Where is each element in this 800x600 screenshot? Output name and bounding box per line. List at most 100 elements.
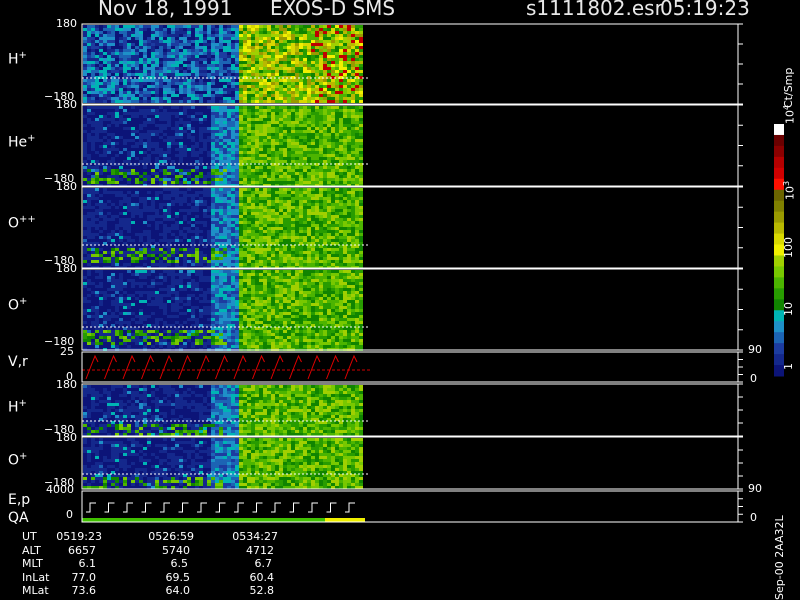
heat-cell xyxy=(179,215,183,218)
heat-cell xyxy=(231,49,235,52)
heat-cell xyxy=(303,148,307,151)
heat-cell xyxy=(183,178,187,181)
heat-cell xyxy=(359,67,363,70)
heat-cell xyxy=(215,157,219,160)
heat-cell xyxy=(239,206,243,209)
heat-cell xyxy=(295,82,299,85)
heat-cell xyxy=(231,40,235,43)
heat-cell xyxy=(163,209,167,212)
heat-cell xyxy=(307,160,311,163)
heat-cell xyxy=(155,151,159,154)
heat-cell xyxy=(183,230,187,233)
heat-cell xyxy=(315,139,319,142)
heat-cell xyxy=(151,115,155,118)
heat-cell xyxy=(87,248,91,251)
heat-cell xyxy=(167,133,171,136)
heat-cell xyxy=(123,248,127,251)
heat-cell xyxy=(191,224,195,227)
heat-cell xyxy=(291,67,295,70)
heat-cell xyxy=(135,25,139,28)
heat-cell xyxy=(271,148,275,151)
heat-cell xyxy=(199,61,203,64)
heat-cell xyxy=(103,25,107,28)
heat-cell xyxy=(287,142,291,145)
heat-cell xyxy=(183,79,187,82)
heat-cell xyxy=(203,121,207,124)
heat-cell xyxy=(91,200,95,203)
heat-cell xyxy=(315,118,319,121)
heat-cell xyxy=(95,215,99,218)
heat-cell xyxy=(251,55,255,58)
heat-cell xyxy=(291,40,295,43)
heat-cell xyxy=(191,221,195,224)
heat-cell xyxy=(323,112,327,115)
heat-cell xyxy=(239,172,243,175)
heat-cell xyxy=(219,25,223,28)
heat-cell xyxy=(147,34,151,37)
heat-cell xyxy=(279,166,283,169)
heat-cell xyxy=(187,218,191,221)
heat-cell xyxy=(87,79,91,82)
heat-cell xyxy=(119,197,123,200)
heat-cell xyxy=(267,52,271,55)
heat-cell xyxy=(99,160,103,163)
heat-cell xyxy=(131,58,135,61)
heat-cell xyxy=(115,58,119,61)
heat-cell xyxy=(211,142,215,145)
heat-cell xyxy=(155,139,159,142)
heat-cell xyxy=(87,61,91,64)
heat-cell xyxy=(267,248,271,251)
heat-cell xyxy=(239,221,243,224)
heat-cell xyxy=(163,31,167,34)
heat-cell xyxy=(319,181,323,184)
heat-cell xyxy=(299,46,303,49)
heat-cell xyxy=(343,172,347,175)
heat-cell xyxy=(119,200,123,203)
heat-cell xyxy=(123,49,127,52)
heat-cell xyxy=(223,133,227,136)
heat-cell xyxy=(107,94,111,97)
heat-cell xyxy=(359,61,363,64)
heat-cell xyxy=(359,52,363,55)
heat-cell xyxy=(207,181,211,184)
heat-cell xyxy=(147,157,151,160)
heat-cell xyxy=(319,148,323,151)
heat-cell xyxy=(115,46,119,49)
heat-cell xyxy=(311,55,315,58)
heat-cell xyxy=(287,73,291,76)
heat-cell xyxy=(107,203,111,206)
heat-cell xyxy=(187,49,191,52)
heat-cell xyxy=(219,188,223,191)
heat-cell xyxy=(171,136,175,139)
heat-cell xyxy=(179,197,183,200)
heat-cell xyxy=(247,181,251,184)
heat-cell xyxy=(139,61,143,64)
heat-cell xyxy=(143,130,147,133)
heat-cell xyxy=(215,206,219,209)
heat-cell xyxy=(239,46,243,49)
heat-cell xyxy=(95,236,99,239)
heat-cell xyxy=(359,43,363,46)
heat-cell xyxy=(243,112,247,115)
heat-cell xyxy=(263,257,267,260)
heat-cell xyxy=(223,142,227,145)
heat-cell xyxy=(147,79,151,82)
heat-cell xyxy=(255,61,259,64)
heat-cell xyxy=(83,79,87,82)
heat-cell xyxy=(103,106,107,109)
heat-cell xyxy=(87,257,91,260)
heat-cell xyxy=(255,115,259,118)
heat-cell xyxy=(223,100,227,103)
heat-cell xyxy=(211,145,215,148)
heat-cell xyxy=(139,233,143,236)
heat-cell xyxy=(223,61,227,64)
heat-cell xyxy=(355,109,359,112)
heat-cell xyxy=(339,178,343,181)
heat-cell xyxy=(131,154,135,157)
heat-cell xyxy=(227,112,231,115)
heat-cell xyxy=(167,172,171,175)
heat-cell xyxy=(307,85,311,88)
heat-cell xyxy=(163,118,167,121)
heat-cell xyxy=(179,257,183,260)
heat-cell xyxy=(287,124,291,127)
